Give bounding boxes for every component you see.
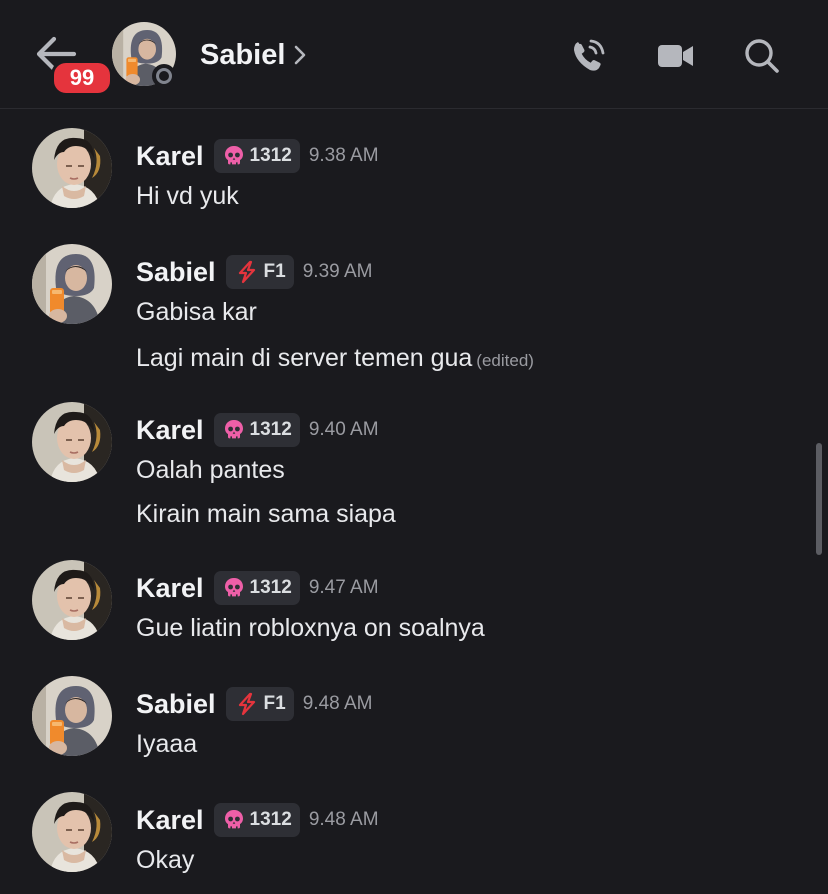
search-icon[interactable] (742, 36, 782, 76)
tag-label: 1312 (249, 145, 292, 166)
skull-icon (222, 576, 246, 600)
message-text: Oalah pantes (136, 456, 285, 484)
avatar[interactable] (32, 676, 112, 756)
message-text: Kirain main sama siapa (136, 500, 396, 528)
skull-icon (222, 418, 246, 442)
video-camera-icon[interactable] (656, 36, 696, 76)
lightning-icon (234, 692, 260, 716)
avatar[interactable] (32, 402, 112, 482)
skull-icon (222, 808, 246, 832)
dm-screen: 99 Sabiel Karel 1312 9.38 AM Hi vd yuk S… (0, 0, 828, 894)
timestamp: 9.48 AM (302, 693, 373, 714)
channel-title[interactable]: Sabiel (200, 36, 285, 74)
status-offline-icon (152, 64, 176, 88)
username[interactable]: Karel (136, 805, 204, 836)
message-text: Gue liatin robloxnya on soalnya (136, 614, 485, 642)
tag-label: 1312 (249, 577, 292, 598)
phone-call-icon[interactable] (568, 36, 608, 76)
timestamp: 9.39 AM (302, 261, 373, 282)
avatar[interactable] (32, 244, 112, 324)
skull-icon (222, 144, 246, 168)
message-text: Hi vd yuk (136, 182, 239, 210)
lightning-icon (234, 260, 260, 284)
scrollbar[interactable] (816, 443, 822, 555)
chevron-right-icon[interactable] (293, 44, 307, 66)
avatar[interactable] (32, 792, 112, 872)
username[interactable]: Karel (136, 573, 204, 604)
timestamp: 9.48 AM (308, 809, 379, 830)
username[interactable]: Sabiel (136, 257, 216, 288)
message-text: Gabisa kar (136, 298, 257, 326)
message-text: Okay (136, 846, 195, 874)
message-text: Lagi main di server temen gua (edited) (136, 341, 534, 378)
timestamp: 9.47 AM (308, 577, 379, 598)
user-tag[interactable]: F1 (225, 687, 294, 721)
timestamp: 9.38 AM (308, 145, 379, 166)
timestamp: 9.40 AM (308, 419, 379, 440)
channel-header: 99 Sabiel (0, 0, 828, 109)
unread-badge: 99 (51, 60, 113, 96)
message-text: Iyaaa (136, 730, 198, 758)
tag-label: 1312 (249, 809, 292, 830)
tag-label: F1 (263, 693, 286, 714)
user-tag[interactable]: 1312 (213, 803, 300, 837)
username[interactable]: Karel (136, 141, 204, 172)
message-list[interactable]: Karel 1312 9.38 AM Hi vd yuk Sabiel F1 9… (0, 109, 828, 894)
user-tag[interactable]: 1312 (213, 413, 300, 447)
message-line: Lagi main di server temen gua (136, 344, 473, 372)
user-tag[interactable]: 1312 (213, 571, 300, 605)
tag-label: 1312 (249, 419, 292, 440)
tag-label: F1 (263, 261, 286, 282)
avatar[interactable] (32, 128, 112, 208)
username[interactable]: Karel (136, 415, 204, 446)
user-tag[interactable]: F1 (225, 255, 294, 289)
username[interactable]: Sabiel (136, 689, 216, 720)
user-tag[interactable]: 1312 (213, 139, 300, 173)
avatar[interactable] (32, 560, 112, 640)
edited-label: (edited) (476, 351, 534, 370)
